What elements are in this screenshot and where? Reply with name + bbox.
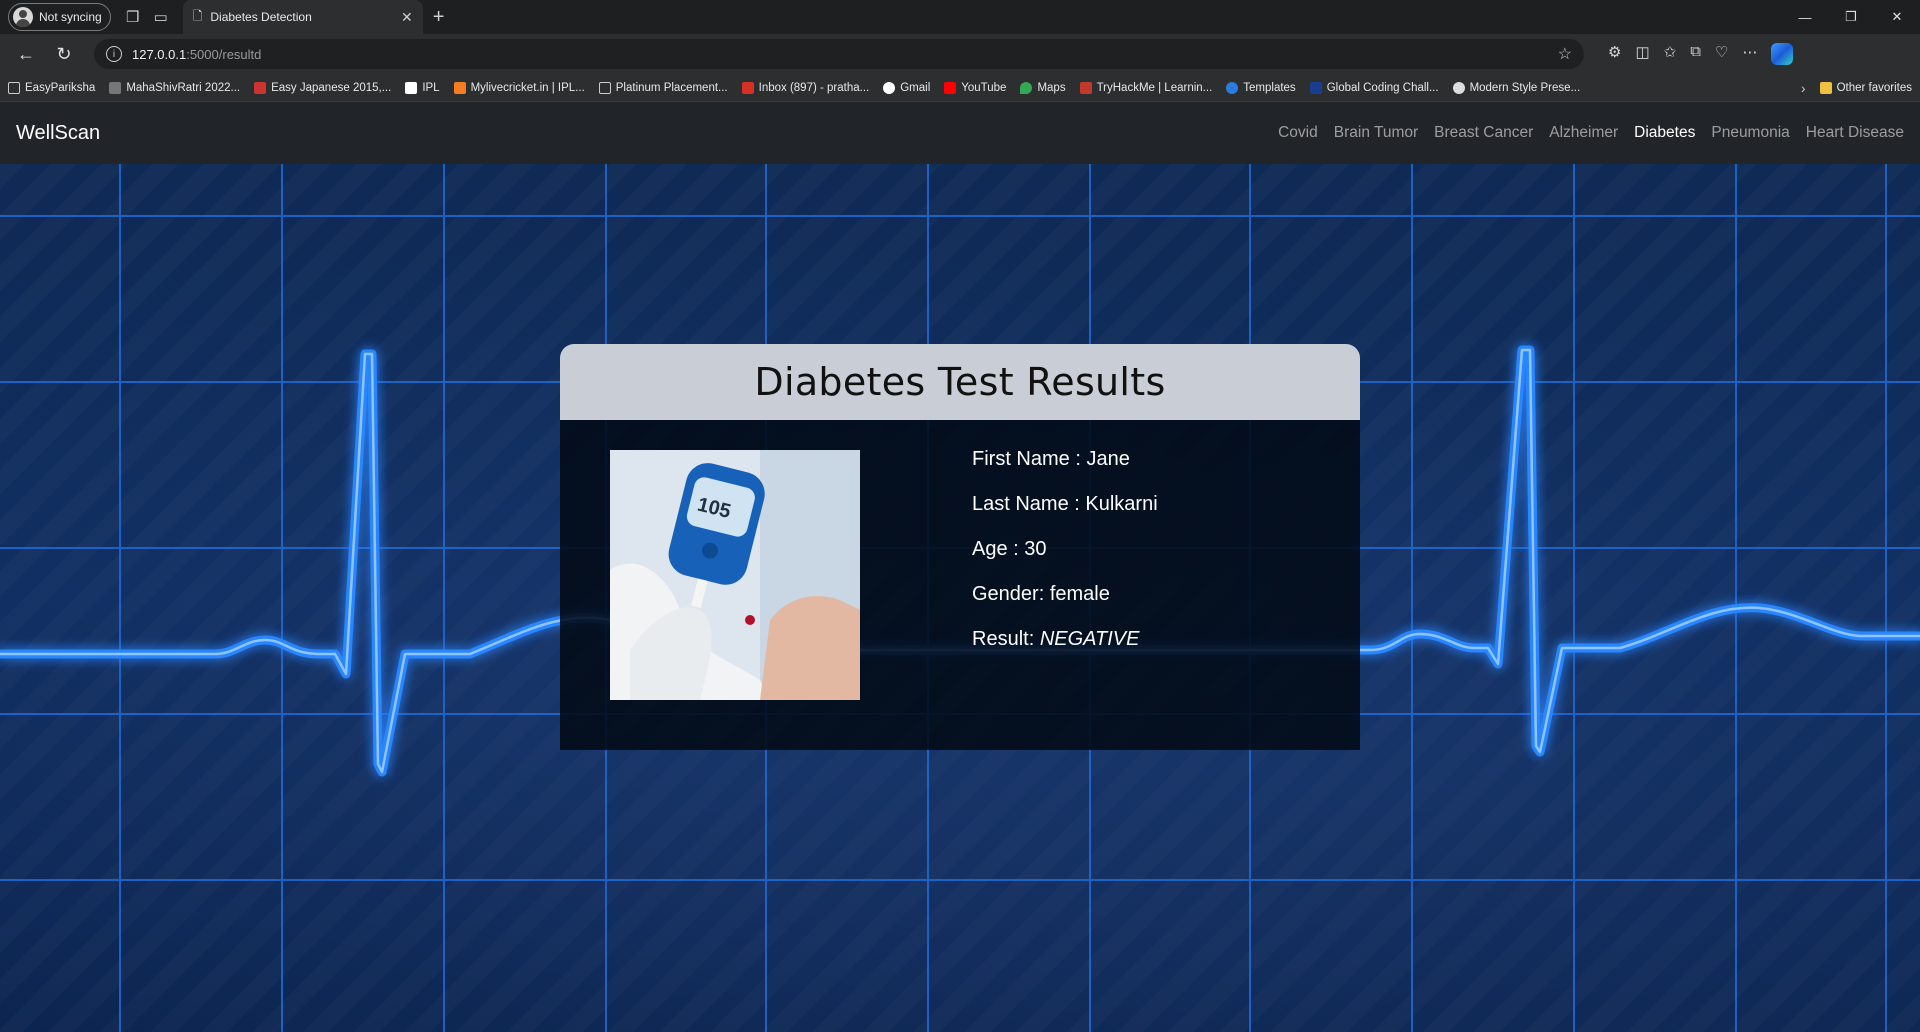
site-info-icon[interactable]: i: [106, 46, 122, 62]
result-card: Diabetes Test Results 105 First Name: J…: [560, 344, 1360, 750]
result-value: NEGATIVE: [1039, 628, 1140, 650]
nav-link-pneumonia[interactable]: Pneumonia: [1711, 124, 1789, 142]
maps-icon: [1020, 81, 1033, 94]
bookmark-page-icon: [598, 81, 611, 94]
copilot-icon[interactable]: [1771, 43, 1794, 65]
bookmark-item[interactable]: Global Coding Chall...: [1309, 81, 1439, 94]
other-favorites-folder[interactable]: Other favorites: [1819, 81, 1912, 94]
more-menu-icon[interactable]: ⋯: [1742, 43, 1757, 65]
nav-link-alzheimer[interactable]: Alzheimer: [1549, 124, 1618, 142]
nav-link-covid[interactable]: Covid: [1278, 124, 1318, 142]
back-icon[interactable]: ←: [10, 38, 42, 70]
templates-icon: [1226, 81, 1239, 94]
restore-icon[interactable]: ❐: [1828, 0, 1874, 34]
profile-button[interactable]: Not syncing: [8, 3, 111, 31]
folder-icon: [1819, 81, 1832, 94]
nav-link-brain-tumor[interactable]: Brain Tumor: [1334, 124, 1418, 142]
bookmark-favicon-icon: [405, 81, 418, 94]
bookmark-favicon-icon: [1309, 81, 1322, 94]
website: WellScan Covid Brain Tumor Breast Cancer…: [0, 102, 1920, 1032]
collections-icon[interactable]: ⧉: [1690, 43, 1701, 65]
tab-title: Diabetes Detection: [210, 10, 312, 24]
bookmark-item[interactable]: EasyPariksha: [8, 81, 95, 94]
browser-toolbar: ← ↻ i 127.0.0.1:5000/resultd ☆ ⚙ ◫ ✩ ⧉ ♡…: [0, 34, 1920, 74]
nav-link-breast-cancer[interactable]: Breast Cancer: [1434, 124, 1533, 142]
chevron-right-icon[interactable]: ›: [1801, 80, 1806, 96]
bookmark-item[interactable]: Mylivecricket.in | IPL...: [453, 81, 585, 94]
google-icon: [883, 81, 896, 94]
refresh-icon[interactable]: ↻: [48, 38, 80, 70]
result-label: Result:: [972, 628, 1040, 650]
tab-actions-icon[interactable]: ▭: [147, 3, 175, 31]
bookmark-item[interactable]: YouTube: [944, 81, 1006, 94]
gender-text: Gender: female: [972, 583, 1110, 605]
bookmark-item[interactable]: Gmail: [883, 81, 930, 94]
address-host: 127.0.0.1: [132, 46, 187, 62]
bookmark-favicon-icon: [453, 81, 466, 94]
minimize-icon[interactable]: —: [1782, 0, 1828, 34]
bookmark-item[interactable]: Easy Japanese 2015,...: [254, 81, 391, 94]
bookmark-item[interactable]: Templates: [1226, 81, 1296, 94]
youtube-icon: [944, 81, 957, 94]
bookmark-favicon-icon: [254, 81, 267, 94]
bookmark-item[interactable]: Maps: [1020, 81, 1066, 94]
bookmark-item[interactable]: Modern Style Prese...: [1452, 81, 1580, 94]
bookmark-item[interactable]: Inbox (897) - pratha...: [741, 81, 869, 94]
result-text: Result: NEGATIVE: [972, 628, 1158, 651]
address-path: :5000/resultd: [186, 46, 262, 62]
bookmark-favicon-icon: [109, 81, 122, 94]
close-window-icon[interactable]: ✕: [1874, 0, 1920, 34]
profile-avatar-icon: [13, 7, 33, 27]
glucose-meter-image: 105: [610, 450, 860, 700]
brand-logo[interactable]: WellScan: [16, 122, 100, 145]
bookmarks-bar: EasyPariksha MahaShivRatri 2022... Easy …: [0, 74, 1920, 102]
browser-tab-active[interactable]: 🗋 Diabetes Detection ✕: [182, 0, 423, 34]
browser-essentials-icon[interactable]: ♡: [1715, 43, 1728, 65]
favorite-star-icon[interactable]: ☆: [1558, 44, 1572, 64]
bookmark-item[interactable]: TryHackMe | Learnin...: [1079, 81, 1212, 94]
first-name-text: First Name : Jane: [972, 448, 1130, 470]
bookmark-page-icon: [8, 81, 20, 94]
result-details: First Name : Jane Last Name : Kulkarni A…: [972, 448, 1158, 673]
site-navbar: WellScan Covid Brain Tumor Breast Cancer…: [0, 102, 1920, 164]
bookmark-favicon-icon: [1452, 81, 1465, 94]
tryhackme-icon: [1079, 81, 1092, 94]
nav-links: Covid Brain Tumor Breast Cancer Alzheime…: [1278, 124, 1904, 142]
result-card-header: Diabetes Test Results: [560, 344, 1360, 420]
favorites-icon[interactable]: ✩: [1664, 43, 1677, 65]
last-name-text: Last Name : Kulkarni: [972, 493, 1158, 515]
workspaces-icon[interactable]: ❐: [119, 3, 147, 31]
age-text: Age : 30: [972, 538, 1047, 560]
new-tab-icon[interactable]: +: [433, 6, 445, 29]
profile-label: Not syncing: [39, 10, 102, 24]
address-bar[interactable]: i 127.0.0.1:5000/resultd ☆: [94, 39, 1584, 69]
bookmark-item[interactable]: Platinum Placement...: [598, 81, 728, 94]
ecg-background: Diabetes Test Results 105 First Name: J…: [0, 164, 1920, 1032]
gmail-icon: [741, 81, 754, 94]
page-icon: 🗋: [192, 8, 203, 23]
extensions-icon[interactable]: ⚙: [1608, 43, 1621, 65]
bookmark-item[interactable]: IPL: [405, 81, 440, 94]
result-title: Diabetes Test Results: [754, 360, 1166, 404]
nav-link-diabetes[interactable]: Diabetes: [1634, 124, 1695, 142]
bookmark-item[interactable]: MahaShivRatri 2022...: [109, 81, 240, 94]
nav-link-heart-disease[interactable]: Heart Disease: [1806, 124, 1904, 142]
split-screen-icon[interactable]: ◫: [1635, 43, 1649, 65]
close-tab-icon[interactable]: ✕: [401, 9, 413, 26]
browser-tab-bar: Not syncing ❐ ▭ 🗋 Diabetes Detection ✕ +…: [0, 0, 1920, 34]
